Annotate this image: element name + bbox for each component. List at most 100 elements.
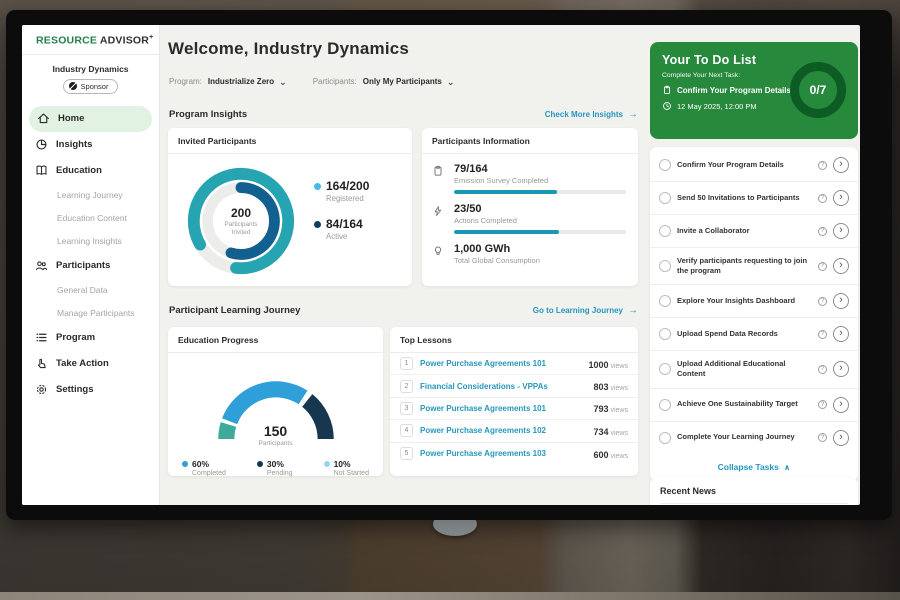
- sidebar-item-home[interactable]: Home: [29, 106, 152, 132]
- chevron-right-icon: ›: [839, 260, 843, 271]
- legend-not-started: 10% Not Started: [324, 459, 369, 477]
- recent-news-title: Recent News: [660, 486, 848, 504]
- lesson-link[interactable]: Power Purchase Agreements 101: [420, 404, 586, 413]
- hand-tap-icon: [35, 357, 48, 370]
- task-checkbox[interactable]: [659, 363, 671, 375]
- check-more-insights-link[interactable]: Check More Insights →: [545, 109, 638, 120]
- help-icon[interactable]: ?: [818, 194, 827, 203]
- task-checkbox[interactable]: [659, 159, 671, 171]
- sidebar-item-manage-participants[interactable]: Manage Participants: [22, 302, 159, 325]
- sidebar-item-settings[interactable]: Settings: [22, 377, 159, 403]
- help-icon[interactable]: ?: [818, 365, 827, 374]
- lesson-link[interactable]: Power Purchase Agreements 103: [420, 449, 586, 458]
- collapse-tasks-link[interactable]: Collapse Tasks∧: [650, 454, 858, 479]
- participants-information-card: Participants Information 79/164 Emission…: [422, 128, 638, 286]
- sidebar-item-label: Settings: [56, 384, 93, 395]
- card-title: Participants Information: [422, 128, 638, 154]
- lesson-row: 5 Power Purchase Agreements 103 600views: [390, 443, 638, 465]
- help-icon[interactable]: ?: [818, 433, 827, 442]
- donut-center-label: Participants Invited: [215, 221, 267, 237]
- legend-pending: 30% Pending: [257, 459, 293, 477]
- task-row: Send 50 Invitations to Participants ? ›: [650, 182, 858, 215]
- gear-icon: [35, 383, 48, 396]
- task-open-button[interactable]: ›: [833, 223, 849, 239]
- sidebar-item-general-data[interactable]: General Data: [22, 279, 159, 302]
- task-checkbox[interactable]: [659, 399, 671, 411]
- home-icon: [37, 112, 50, 125]
- program-filter-label: Program:: [169, 77, 202, 86]
- help-icon[interactable]: ?: [818, 161, 827, 170]
- task-row: Invite a Collaborator ? ›: [650, 215, 858, 248]
- section-title: Program Insights: [169, 109, 247, 120]
- info-row-survey: 79/164 Emission Survey Completed: [422, 154, 638, 194]
- lesson-link[interactable]: Power Purchase Agreements 101: [420, 359, 581, 368]
- top-lessons-card: Top Lessons 1 Power Purchase Agreements …: [390, 327, 638, 476]
- help-icon[interactable]: ?: [818, 330, 827, 339]
- sidebar-item-label: Education: [56, 165, 102, 176]
- invited-donut-chart: 200 Participants Invited: [182, 162, 300, 280]
- sponsor-label: Sponsor: [81, 82, 109, 91]
- task-row: Achieve One Sustainability Target ? ›: [650, 389, 858, 422]
- task-checkbox[interactable]: [659, 260, 671, 272]
- help-icon[interactable]: ?: [818, 227, 827, 236]
- task-open-button[interactable]: ›: [833, 258, 849, 274]
- task-checkbox[interactable]: [659, 328, 671, 340]
- task-open-button[interactable]: ›: [833, 430, 849, 446]
- monitor-bezel: RESOURCE ADVISOR+ Industry Dynamics Spon…: [6, 10, 892, 520]
- go-to-learning-journey-link[interactable]: Go to Learning Journey →: [533, 305, 638, 316]
- sidebar-item-take-action[interactable]: Take Action: [22, 351, 159, 377]
- card-title: Top Lessons: [390, 327, 638, 353]
- lesson-link[interactable]: Financial Considerations - VPPAs: [420, 382, 586, 391]
- task-open-button[interactable]: ›: [833, 157, 849, 173]
- lesson-link[interactable]: Power Purchase Agreements 102: [420, 426, 586, 435]
- sidebar-item-participants[interactable]: Participants: [22, 253, 159, 279]
- sidebar-nav: Home Insights Education Learning Journey…: [22, 106, 159, 403]
- arrow-right-icon: →: [628, 109, 638, 120]
- lesson-rank: 5: [400, 447, 413, 460]
- page-title: Welcome, Industry Dynamics: [168, 39, 409, 59]
- legend-dot: [324, 461, 330, 467]
- learning-journey-header: Participant Learning Journey Go to Learn…: [169, 305, 638, 316]
- insights-icon: [35, 138, 48, 151]
- sidebar-item-insights[interactable]: Insights: [22, 132, 159, 158]
- education-progress-card: Education Progress 150 Participants 60% …: [168, 327, 383, 476]
- gauge-center-label: Participants: [201, 440, 351, 447]
- sidebar-item-learning-insights[interactable]: Learning Insights: [22, 230, 159, 253]
- logo-plus: +: [149, 34, 153, 41]
- task-open-button[interactable]: ›: [833, 397, 849, 413]
- program-filter: Program: Industrialize Zero ⌄: [169, 77, 287, 86]
- help-icon[interactable]: ?: [818, 297, 827, 306]
- clipboard-icon: [432, 163, 446, 194]
- task-checkbox[interactable]: [659, 225, 671, 237]
- sidebar-item-learning-journey[interactable]: Learning Journey: [22, 184, 159, 207]
- task-open-button[interactable]: ›: [833, 361, 849, 377]
- task-row: Confirm Your Program Details ? ›: [650, 149, 858, 182]
- gauge-legend: 60% Completed 30% Pending 10% Not Starte…: [168, 449, 383, 477]
- task-open-button[interactable]: ›: [833, 293, 849, 309]
- sidebar-item-program[interactable]: Program: [22, 325, 159, 351]
- task-checkbox[interactable]: [659, 295, 671, 307]
- sponsor-badge[interactable]: Sponsor: [63, 79, 119, 94]
- todo-task-list: Confirm Your Program Details ? › Send 50…: [650, 147, 858, 481]
- help-icon[interactable]: ?: [818, 400, 827, 409]
- program-dropdown[interactable]: Industrialize Zero ⌄: [208, 77, 287, 86]
- task-checkbox[interactable]: [659, 432, 671, 444]
- caret-up-icon: ∧: [784, 463, 791, 472]
- lesson-rank: 4: [400, 424, 413, 437]
- people-icon: [35, 259, 48, 272]
- sidebar-item-education-content[interactable]: Education Content: [22, 207, 159, 230]
- org-name: Industry Dynamics: [22, 64, 159, 74]
- sidebar-item-education[interactable]: Education: [22, 158, 159, 184]
- legend-dot: [182, 461, 188, 467]
- task-open-button[interactable]: ›: [833, 326, 849, 342]
- chevron-down-icon: ⌄: [279, 80, 287, 84]
- card-title: Education Progress: [168, 327, 383, 353]
- chevron-right-icon: ›: [839, 159, 843, 170]
- participants-dropdown[interactable]: Only My Participants ⌄: [363, 77, 455, 86]
- sidebar-item-label: Home: [58, 113, 84, 124]
- task-checkbox[interactable]: [659, 192, 671, 204]
- sidebar-item-label: Program: [56, 332, 95, 343]
- chevron-down-icon: ⌄: [447, 80, 455, 84]
- task-open-button[interactable]: ›: [833, 190, 849, 206]
- help-icon[interactable]: ?: [818, 262, 827, 271]
